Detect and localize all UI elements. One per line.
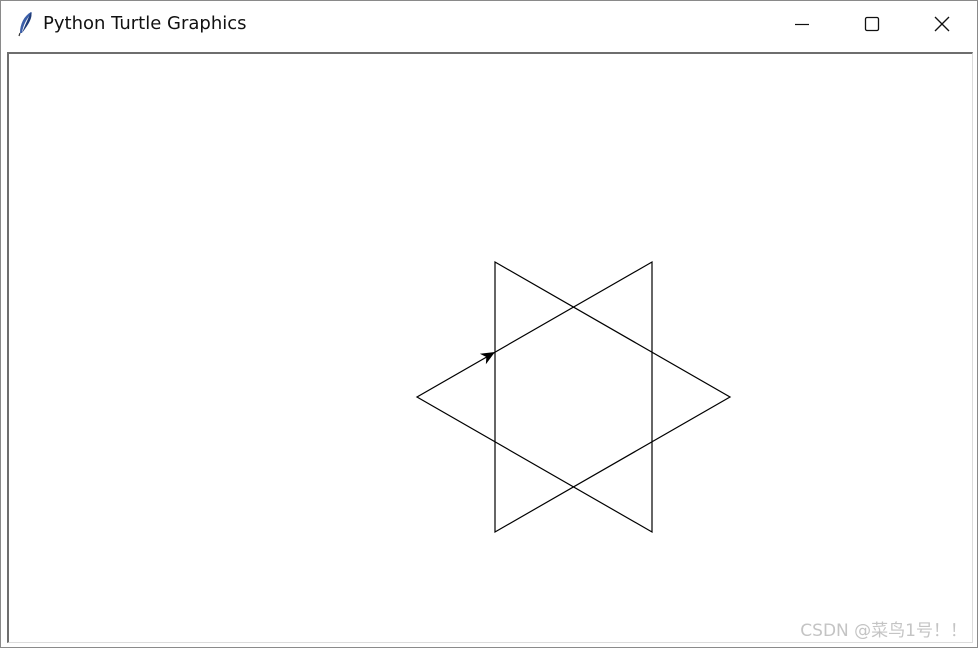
star-triangle-a <box>494 260 732 534</box>
turtle-window: Python Turtle Graphics CSDN @菜鸟1号！！ <box>0 0 978 648</box>
minimize-button[interactable] <box>767 1 837 47</box>
star-triangle-up <box>417 262 730 532</box>
maximize-icon <box>864 16 880 32</box>
turtle-canvas[interactable] <box>7 52 973 643</box>
maximize-button[interactable] <box>837 1 907 47</box>
drawing-surface <box>415 260 732 534</box>
star-triangle-b <box>415 260 653 534</box>
watermark: CSDN @菜鸟1号！！ <box>800 621 967 641</box>
window-title: Python Turtle Graphics <box>43 13 247 34</box>
close-button[interactable] <box>907 1 977 47</box>
feather-icon <box>17 11 35 37</box>
title-bar[interactable]: Python Turtle Graphics <box>1 1 977 47</box>
close-icon <box>934 16 950 32</box>
minimize-icon <box>794 16 810 32</box>
